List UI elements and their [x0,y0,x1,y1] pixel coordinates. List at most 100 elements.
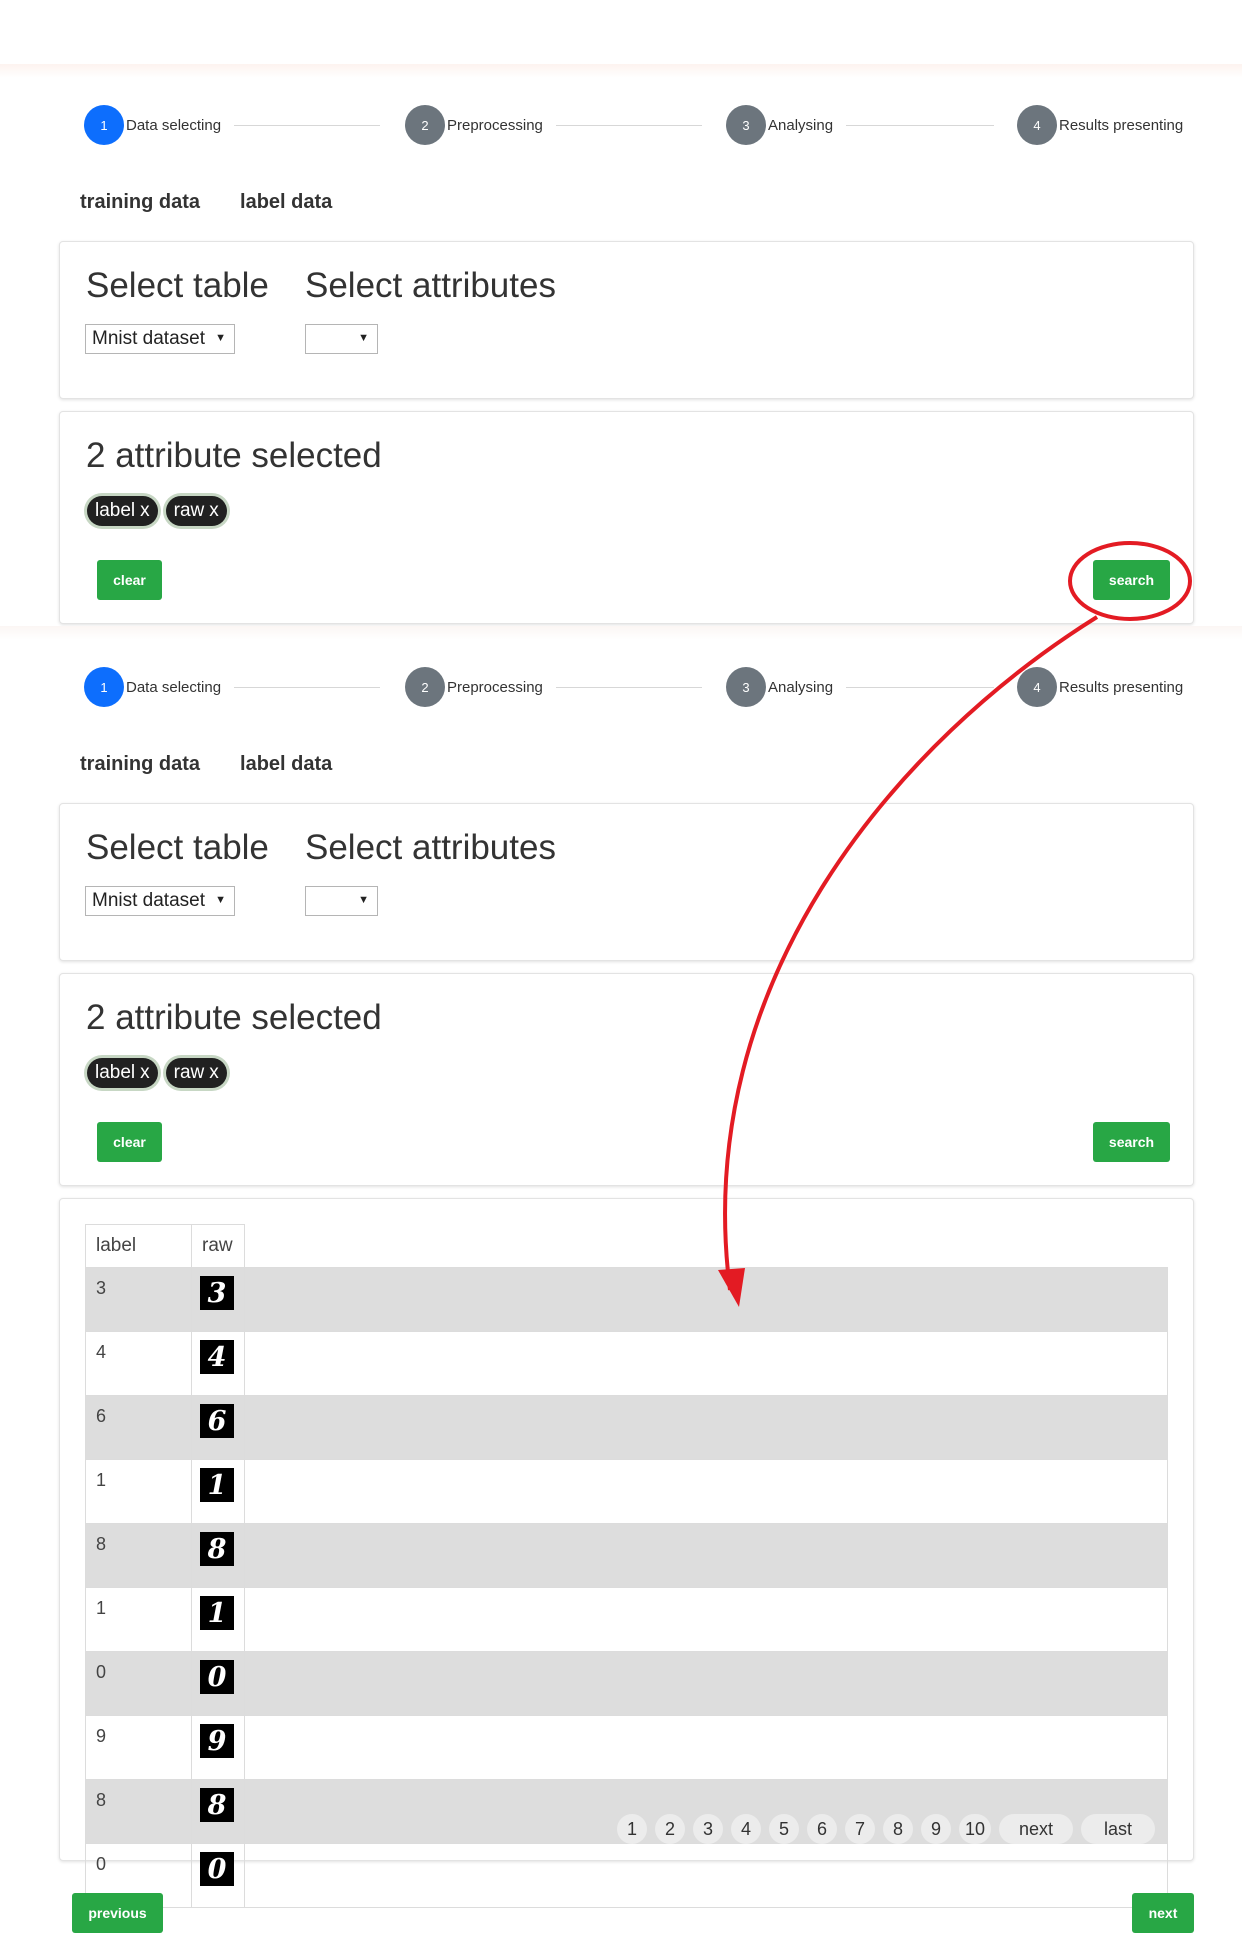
cell-label: 8 [85,1779,192,1844]
chip-remove[interactable]: x [209,500,219,522]
table-row[interactable]: 1 1 [85,1587,1168,1652]
digit-image: 1 [200,1468,234,1502]
table-row[interactable]: 0 0 [85,1843,1168,1908]
select-table-heading: Select table [86,828,269,867]
page-next-button[interactable]: next [999,1814,1073,1844]
chip-text: label [95,500,136,521]
progress-stepper: 1 Data selecting 2 Preprocessing 3 Analy… [84,665,1184,709]
page-1-button[interactable]: 1 [616,1814,647,1844]
step-connector [846,125,994,126]
cell-raw: 8 [191,1523,245,1588]
row-fill [244,1843,1168,1908]
digit-image: 3 [200,1276,234,1310]
table-row[interactable]: 3 3 [85,1267,1168,1332]
page-5-button[interactable]: 5 [768,1814,799,1844]
cell-raw: 1 [191,1459,245,1524]
step-label: Analysing [768,116,834,134]
page-2-button[interactable]: 2 [654,1814,685,1844]
caret-down-icon: ▼ [215,894,226,906]
digit-image: 8 [200,1788,234,1822]
search-button[interactable]: search [1093,1122,1170,1162]
step-label: Results presenting [1059,116,1184,134]
step-analysing[interactable]: 3 Analysing [726,665,833,709]
search-button[interactable]: search [1093,560,1170,600]
results-table: label raw 3 3 4 4 6 6 1 1 8 8 1 1 0 0 9 … [85,1224,1168,1908]
table-row[interactable]: 1 1 [85,1459,1168,1524]
table-select[interactable]: Mnist dataset ▼ [85,324,235,354]
digit-image: 0 [200,1660,234,1694]
table-row[interactable]: 0 0 [85,1651,1168,1716]
attribute-chip-raw[interactable]: raw x [165,1058,227,1088]
caret-down-icon: ▼ [215,332,226,344]
page-last-button[interactable]: last [1081,1814,1155,1844]
next-button[interactable]: next [1132,1893,1194,1933]
table-row[interactable]: 9 9 [85,1715,1168,1780]
step-analysing[interactable]: 3 Analysing [726,103,833,147]
chip-remove[interactable]: x [140,1062,150,1084]
pagination: 1 2 3 4 5 6 7 8 9 10 next last [616,1814,1155,1844]
page-7-button[interactable]: 7 [844,1814,875,1844]
table-row[interactable]: 4 4 [85,1331,1168,1396]
row-fill [244,1459,1168,1524]
page-6-button[interactable]: 6 [806,1814,837,1844]
page-8-button[interactable]: 8 [882,1814,913,1844]
tab-label-data[interactable]: label data [240,191,332,214]
chip-text: raw [173,1062,205,1083]
previous-button[interactable]: previous [72,1893,163,1933]
step-preprocessing[interactable]: 2 Preprocessing [405,103,543,147]
step-results-presenting[interactable]: 4 Results presenting [1017,103,1183,147]
table-select[interactable]: Mnist dataset ▼ [85,886,235,916]
attribute-chip-label[interactable]: label x [87,496,158,526]
row-fill [244,1523,1168,1588]
step-number: 3 [726,105,766,145]
attributes-select[interactable]: ▼ [305,886,378,916]
page-4-button[interactable]: 4 [730,1814,761,1844]
cell-label: 6 [85,1395,192,1460]
tab-training-data[interactable]: training data [80,191,200,214]
digit-image: 0 [200,1852,234,1886]
digit-image: 9 [200,1724,234,1758]
column-header-label[interactable]: label [85,1224,192,1268]
attribute-chip-raw[interactable]: raw x [165,496,227,526]
data-tabs: training data label data [80,191,332,214]
step-data-selecting[interactable]: 1 Data selecting [84,665,221,709]
step-data-selecting[interactable]: 1 Data selecting [84,103,221,147]
header-spacer [245,1225,1168,1268]
clear-button[interactable]: clear [97,560,162,600]
step-label: Preprocessing [447,678,543,696]
select-table-heading: Select table [86,266,269,305]
chip-remove[interactable]: x [209,1062,219,1084]
step-number: 4 [1017,667,1057,707]
select-attributes-heading: Select attributes [305,266,556,305]
table-row[interactable]: 8 8 [85,1523,1168,1588]
cell-label: 1 [85,1587,192,1652]
step-label: Preprocessing [447,116,543,134]
clear-button[interactable]: clear [97,1122,162,1162]
table-select-value: Mnist dataset [92,890,205,911]
cell-raw: 1 [191,1587,245,1652]
chip-text: label [95,1062,136,1083]
step-number: 4 [1017,105,1057,145]
step-results-presenting[interactable]: 4 Results presenting [1017,665,1183,709]
page-3-button[interactable]: 3 [692,1814,723,1844]
step-label: Results presenting [1059,678,1184,696]
tab-label-data[interactable]: label data [240,753,332,776]
step-connector [846,687,994,688]
cell-raw: 0 [191,1843,245,1908]
page-9-button[interactable]: 9 [920,1814,951,1844]
cell-raw: 4 [191,1331,245,1396]
chip-text: raw [173,500,205,521]
tab-training-data[interactable]: training data [80,753,200,776]
column-header-raw[interactable]: raw [191,1224,245,1268]
step-preprocessing[interactable]: 2 Preprocessing [405,665,543,709]
selected-attributes-card: 2 attribute selected label x raw x clear… [59,411,1194,624]
caret-down-icon: ▼ [358,894,369,906]
progress-stepper: 1 Data selecting 2 Preprocessing 3 Analy… [84,103,1184,147]
page-10-button[interactable]: 10 [958,1814,991,1844]
chip-remove[interactable]: x [140,500,150,522]
select-attributes-heading: Select attributes [305,828,556,867]
table-row[interactable]: 6 6 [85,1395,1168,1460]
attribute-chip-label[interactable]: label x [87,1058,158,1088]
attributes-select[interactable]: ▼ [305,324,378,354]
cell-raw: 8 [191,1779,245,1844]
